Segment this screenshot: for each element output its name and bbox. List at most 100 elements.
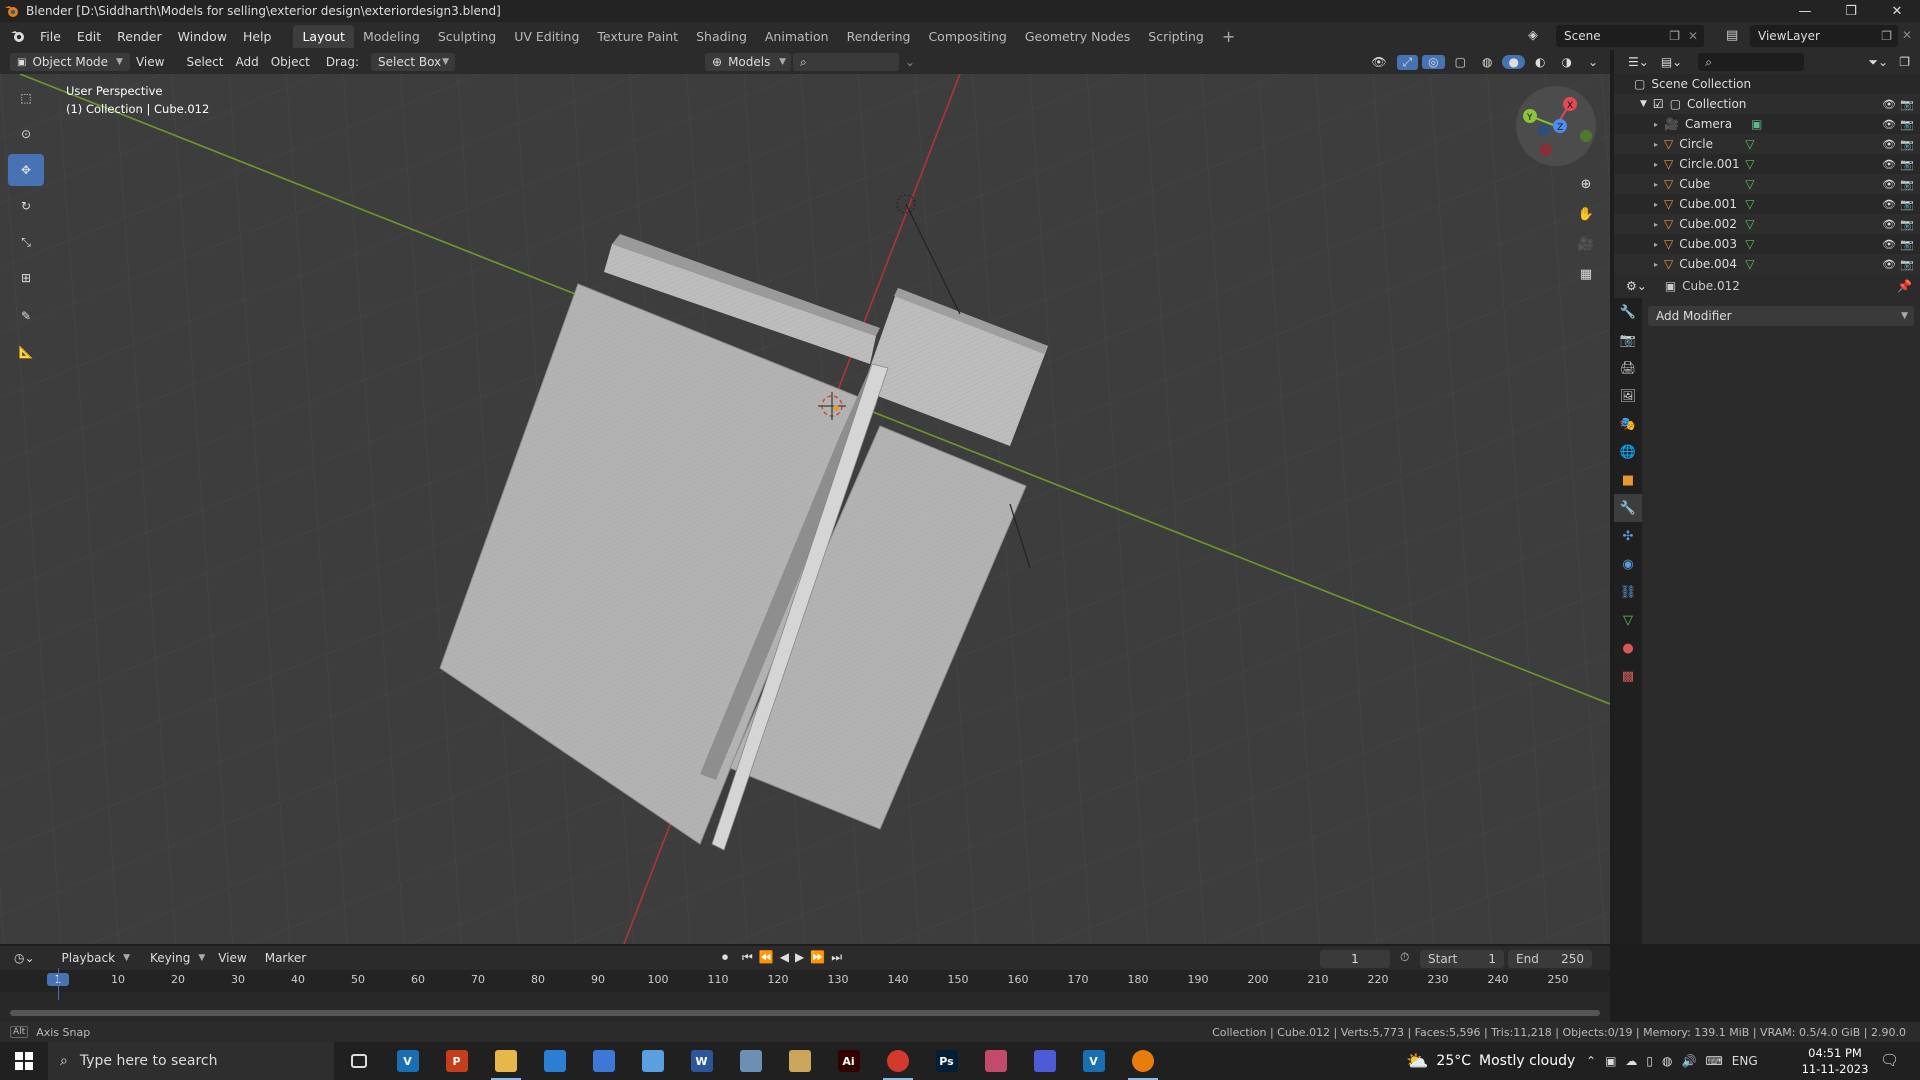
record-icon[interactable]: ⏺ (722, 950, 728, 965)
render-camera-icon[interactable]: 📷 (1900, 158, 1914, 171)
viewport-scene[interactable] (0, 74, 1610, 944)
measure-tool-icon[interactable]: 📐 (8, 336, 44, 368)
outliner-item[interactable]: ▸ ▽ Circle.001 ▽ 👁 📷 (1614, 154, 1920, 174)
add-modifier-dropdown[interactable]: Add Modifier ▼ (1648, 306, 1914, 326)
taskbar-pen-icon[interactable] (628, 1042, 677, 1080)
weather-widget[interactable]: ⛅ 25°C Mostly cloudy (1406, 1042, 1575, 1080)
eye-icon[interactable]: 👁 (1882, 98, 1896, 111)
usb-icon[interactable]: ▯ (1646, 1054, 1653, 1068)
visibility-icon[interactable]: 👁 (1365, 55, 1392, 69)
volume-icon[interactable]: 🔊 (1682, 1054, 1697, 1068)
eye-icon[interactable]: 👁 (1882, 218, 1896, 231)
outliner-item[interactable]: ▸ ▽ Cube.004 ▽ 👁 📷 (1614, 254, 1920, 274)
snap-dropdown[interactable]: ⌄ (899, 55, 921, 69)
prev-keyframe-icon[interactable]: ⏪ (759, 950, 774, 965)
expand-arrow-icon[interactable]: ▸ (1654, 120, 1658, 129)
taskbar-paint-icon[interactable] (971, 1042, 1020, 1080)
taskbar-tools-icon[interactable] (775, 1042, 824, 1080)
taskbar-clock[interactable]: 04:51 PM 11-11-2023 (1800, 1045, 1870, 1077)
taskbar-outlook-icon[interactable] (530, 1042, 579, 1080)
render-tab-icon[interactable]: 📷 (1614, 326, 1642, 354)
add-menu[interactable]: Add (229, 55, 264, 69)
filter-icon[interactable]: ⏷⌄ (1862, 55, 1894, 70)
notification-icon[interactable]: 🗨 (1880, 1051, 1899, 1069)
mesh-data-icon[interactable]: ▽ (1745, 157, 1754, 171)
taskbar-illustrator-icon[interactable]: Ai (824, 1042, 873, 1080)
tab-shading[interactable]: Shading (687, 25, 756, 48)
eye-icon[interactable]: 👁 (1882, 178, 1896, 191)
gizmo-toggle-icon[interactable]: ⤢ (1396, 54, 1419, 70)
keyboard-icon[interactable]: ⌨ (1705, 1054, 1722, 1068)
eye-icon[interactable]: 👁 (1882, 138, 1896, 151)
eye-icon[interactable]: 👁 (1882, 118, 1896, 131)
network-app-icon[interactable]: ▣ (1605, 1054, 1616, 1068)
navigation-gizmo[interactable]: X Y Z (1516, 86, 1596, 166)
scale-tool-icon[interactable]: ⤡ (8, 226, 44, 258)
keying-menu[interactable]: Keying ▼ (143, 949, 213, 967)
expand-arrow-icon[interactable]: ▸ (1654, 160, 1658, 169)
tab-sculpting[interactable]: Sculpting (429, 25, 505, 48)
eye-icon[interactable]: 👁 (1882, 238, 1896, 251)
rendered-shading-icon[interactable]: ◑ (1555, 55, 1577, 69)
tab-modeling[interactable]: Modeling (354, 25, 429, 48)
mesh-data-icon[interactable]: ▽ (1745, 177, 1754, 191)
modifier-tab-icon[interactable]: 🔧 (1614, 494, 1642, 522)
overlay-toggle-icon[interactable]: ◎ (1422, 55, 1445, 69)
physics-tab-icon[interactable]: ◉ (1614, 550, 1642, 578)
expand-arrow-icon[interactable]: ▸ (1654, 200, 1658, 209)
tab-layout[interactable]: Layout (293, 24, 354, 48)
editor-type-icon[interactable]: ☰⌄ (1622, 55, 1655, 69)
remove-scene-icon[interactable]: ✕ (1688, 29, 1698, 43)
restore-button[interactable]: ❐ (1828, 0, 1874, 22)
mesh-data-icon[interactable]: ▽ (1745, 257, 1754, 271)
new-collection-icon[interactable]: ❐ (1893, 55, 1916, 69)
mesh-data-icon[interactable]: ▽ (1745, 137, 1754, 151)
outliner-item[interactable]: ▸ ▽ Cube.003 ▽ 👁 📷 (1614, 234, 1920, 254)
render-camera-icon[interactable]: 📷 (1900, 98, 1914, 111)
timeline-track-area[interactable] (0, 992, 1610, 1022)
select-box-tool-icon[interactable]: ⬚ (8, 82, 44, 114)
jump-end-icon[interactable]: ⏭ (831, 950, 842, 965)
timeline-scrollbar[interactable] (10, 1010, 1600, 1016)
marker-menu[interactable]: Marker (259, 951, 312, 965)
output-tab-icon[interactable]: 🖨 (1614, 354, 1642, 382)
menu-edit[interactable]: Edit (69, 29, 109, 44)
mesh-data-icon[interactable]: ▽ (1745, 217, 1754, 231)
expand-arrow-icon[interactable]: ▸ (1654, 220, 1658, 229)
world-tab-icon[interactable]: 🌐 (1614, 438, 1642, 466)
outliner-search-input[interactable]: ⌕ (1698, 53, 1805, 71)
menu-window[interactable]: Window (170, 29, 235, 44)
playback-menu[interactable]: Playback ▼ (54, 949, 137, 967)
wireframe-shading-icon[interactable]: ◍ (1476, 55, 1498, 69)
view-layer-selector[interactable]: ViewLayer ❐ (1750, 25, 1898, 47)
chevron-up-icon[interactable]: ⌃ (1586, 1054, 1596, 1068)
language-indicator[interactable]: ENG (1732, 1054, 1758, 1068)
current-frame-field[interactable]: 1 (1320, 950, 1390, 968)
taskbar-word-icon[interactable]: W (677, 1042, 726, 1080)
select-menu[interactable]: Select (180, 55, 229, 69)
expand-arrow-icon[interactable]: ▸ (1654, 180, 1658, 189)
eye-icon[interactable]: 👁 (1882, 158, 1896, 171)
menu-help[interactable]: Help (235, 29, 280, 44)
render-camera-icon[interactable]: 📷 (1900, 178, 1914, 191)
data-tab-icon[interactable]: ▽ (1614, 606, 1642, 634)
scene-icon[interactable]: ◈ (1528, 28, 1538, 43)
timeline-view-menu[interactable]: View (212, 951, 252, 965)
tab-texture-paint[interactable]: Texture Paint (588, 25, 687, 48)
outliner-item[interactable]: ▸ ▽ Cube.002 ▽ 👁 📷 (1614, 214, 1920, 234)
onedrive-icon[interactable]: ☁ (1625, 1054, 1637, 1068)
texture-tab-icon[interactable]: ▩ (1614, 662, 1642, 690)
object-menu[interactable]: Object (265, 55, 316, 69)
ortho-toggle-icon[interactable]: ▦ (1572, 260, 1600, 288)
tab-geometry-nodes[interactable]: Geometry Nodes (1016, 25, 1139, 48)
minimize-button[interactable]: — (1782, 0, 1828, 22)
tab-compositing[interactable]: Compositing (919, 25, 1015, 48)
globe-icon[interactable]: ◍ (1662, 1054, 1672, 1068)
taskbar-powerpoint-icon[interactable]: P (432, 1042, 481, 1080)
taskbar-blender-icon[interactable] (1118, 1042, 1167, 1080)
cursor-tool-icon[interactable]: ⊙ (8, 118, 44, 150)
end-frame-field[interactable]: End 250 (1508, 950, 1592, 968)
expand-arrow-icon[interactable]: ▸ (1654, 140, 1658, 149)
checkbox-icon[interactable]: ☑ (1653, 97, 1664, 111)
expand-arrow-icon[interactable]: ▸ (1654, 260, 1658, 269)
